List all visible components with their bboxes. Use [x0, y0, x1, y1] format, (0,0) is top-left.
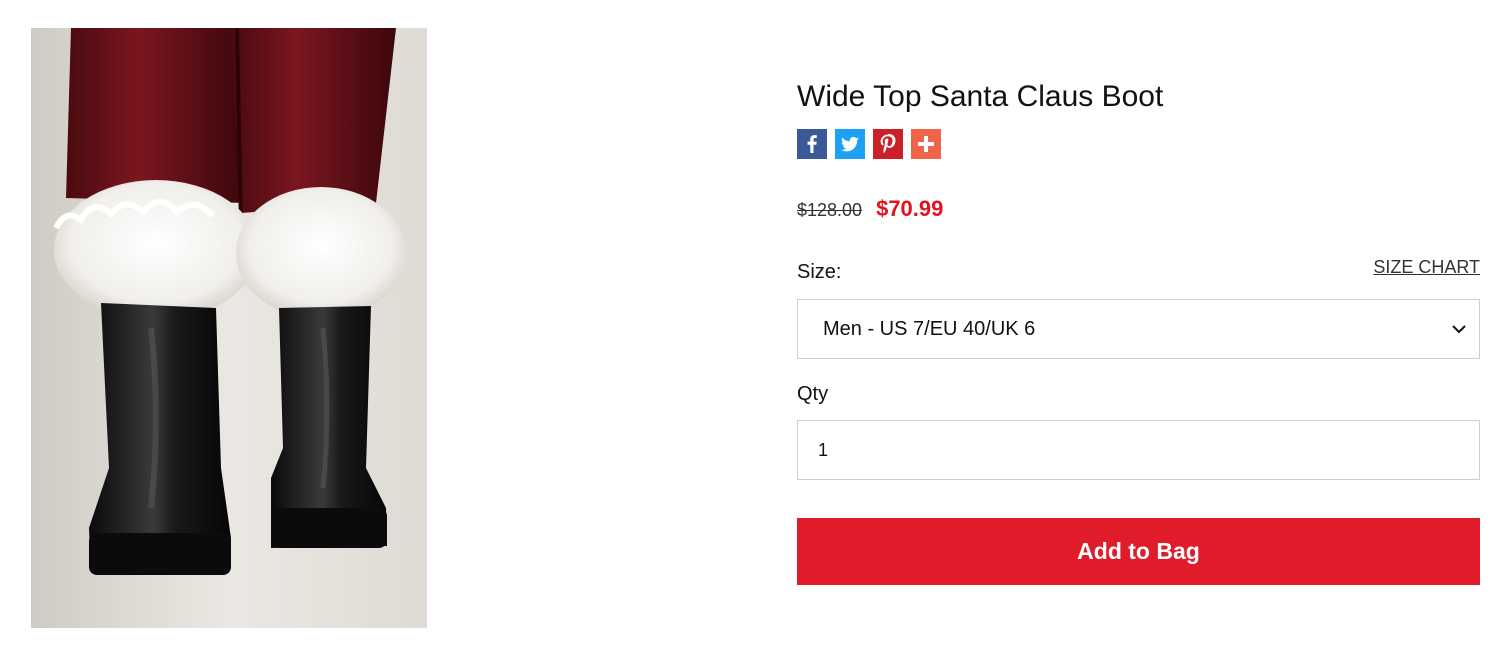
product-title: Wide Top Santa Claus Boot	[797, 80, 1164, 113]
share-buttons	[797, 129, 941, 159]
price-block: $128.00 $70.99	[797, 196, 943, 222]
chevron-down-icon	[1451, 324, 1467, 334]
facebook-icon	[807, 135, 817, 153]
pinterest-icon	[880, 133, 896, 154]
add-to-bag-button[interactable]: Add to Bag	[797, 518, 1480, 585]
product-image	[31, 28, 427, 628]
qty-input[interactable]: 1	[797, 420, 1480, 480]
size-label: Size:	[797, 261, 842, 283]
qty-label: Qty	[797, 383, 829, 405]
pinterest-share-button[interactable]	[873, 129, 903, 159]
sale-price: $70.99	[876, 196, 944, 221]
size-chart-link[interactable]: SIZE CHART	[1373, 257, 1480, 278]
facebook-share-button[interactable]	[797, 129, 827, 159]
plus-icon	[918, 136, 934, 152]
original-price: $128.00	[797, 200, 863, 220]
size-select-value: Men - US 7/EU 40/UK 6	[823, 317, 1036, 340]
twitter-icon	[840, 136, 859, 152]
more-share-button[interactable]	[911, 129, 941, 159]
size-select[interactable]: Men - US 7/EU 40/UK 6	[797, 299, 1480, 359]
santa-boots-illustration	[31, 28, 427, 628]
twitter-share-button[interactable]	[835, 129, 865, 159]
